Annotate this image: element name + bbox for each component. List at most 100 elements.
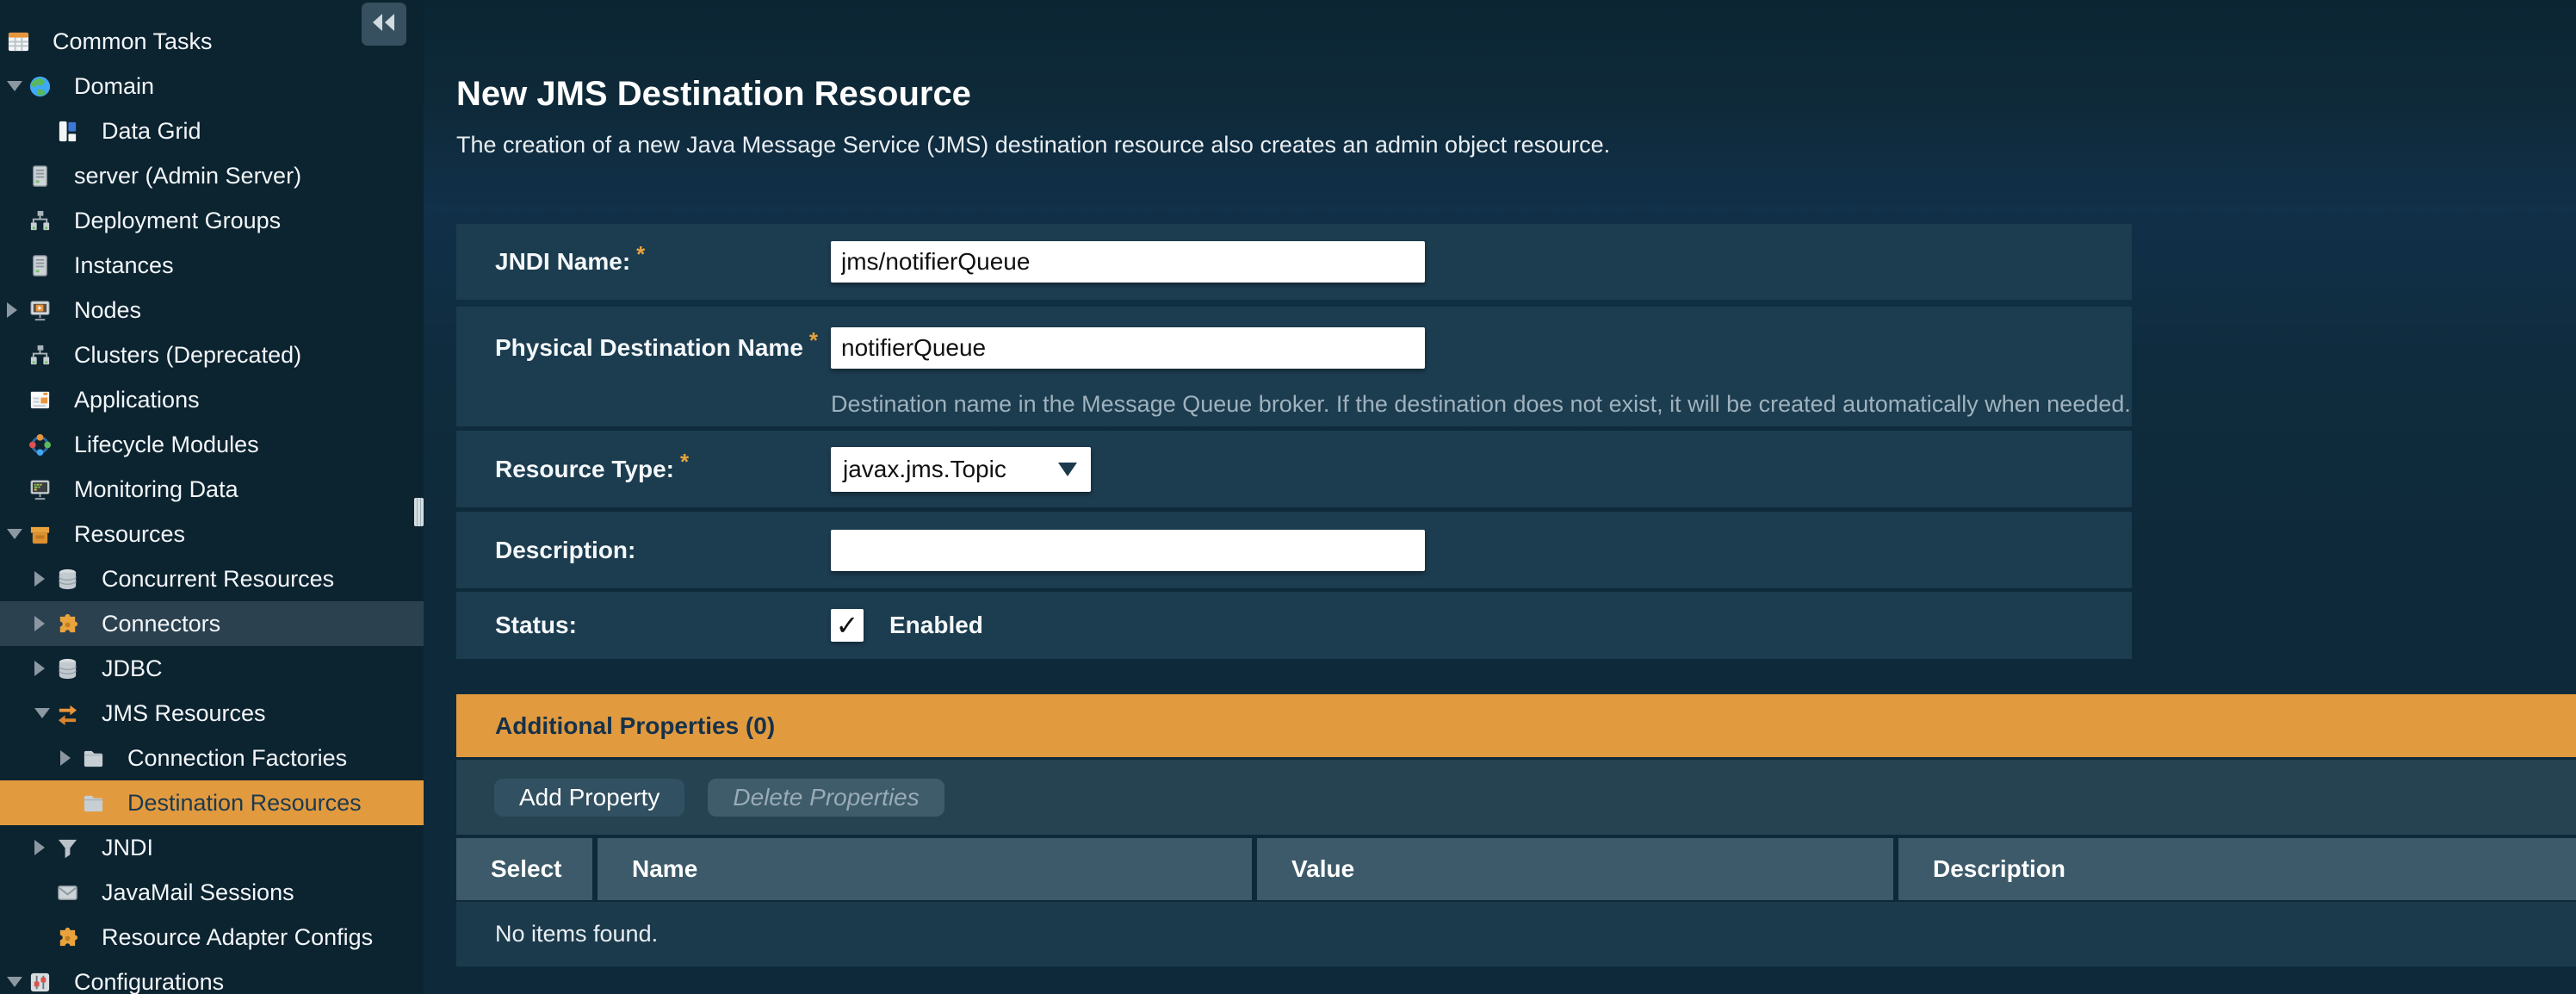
properties-table-header: Select Name Value Description bbox=[456, 838, 2576, 900]
box-icon bbox=[28, 523, 52, 546]
sidebar-item-jndi[interactable]: JNDI bbox=[0, 825, 424, 870]
node-group-icon bbox=[28, 344, 52, 367]
sidebar-item-label: Connection Factories bbox=[127, 745, 347, 772]
sidebar-item-label: Deployment Groups bbox=[74, 208, 281, 234]
database-icon bbox=[56, 657, 79, 680]
table-icon bbox=[7, 30, 30, 53]
page-intro: The creation of a new Java Message Servi… bbox=[456, 132, 1610, 158]
data-grid-icon bbox=[56, 120, 79, 143]
main-content: New JMS Destination Resource The creatio… bbox=[424, 0, 2576, 994]
sidebar-collapse-button[interactable] bbox=[362, 3, 406, 46]
sidebar-item-resources[interactable]: Resources bbox=[0, 512, 424, 556]
jndi-name-input[interactable] bbox=[831, 241, 1425, 283]
column-header-name: Name bbox=[598, 838, 1252, 900]
sidebar-item-common-tasks[interactable]: Common Tasks bbox=[0, 19, 424, 64]
delete-properties-button[interactable]: Delete Properties bbox=[708, 779, 944, 817]
description-row: Description: bbox=[456, 512, 2132, 588]
sidebar-item-label: Resources bbox=[74, 521, 185, 548]
physical-destination-name-help: Destination name in the Message Queue br… bbox=[831, 391, 2131, 418]
envelope-icon bbox=[56, 881, 79, 904]
sidebar-item-concurrent-resources[interactable]: Concurrent Resources bbox=[0, 556, 424, 601]
destination-resource-form: JNDI Name:* Physical Destination Name* D… bbox=[456, 224, 2132, 659]
sidebar-item-domain[interactable]: Domain bbox=[0, 64, 424, 109]
expand-toggle-icon[interactable] bbox=[7, 302, 28, 318]
collapse-toggle-icon[interactable] bbox=[7, 81, 28, 91]
sidebar-item-data-grid[interactable]: Data Grid bbox=[0, 109, 424, 153]
sidebar-item-label: Configurations bbox=[74, 969, 224, 994]
expand-toggle-icon[interactable] bbox=[34, 840, 56, 855]
sidebar-item-configurations[interactable]: Configurations bbox=[0, 960, 424, 994]
sidebar-item-connectors[interactable]: Connectors bbox=[0, 601, 424, 646]
description-input[interactable] bbox=[831, 530, 1425, 571]
sidebar-item-label: Monitoring Data bbox=[74, 476, 238, 503]
description-label: Description: bbox=[495, 537, 635, 563]
jndi-name-label: JNDI Name: bbox=[495, 248, 630, 275]
sidebar-item-lifecycle-modules[interactable]: Lifecycle Modules bbox=[0, 422, 424, 467]
sidebar-item-jms-resources[interactable]: JMS Resources bbox=[0, 691, 424, 736]
sidebar-item-label: JavaMail Sessions bbox=[102, 879, 294, 906]
sidebar-item-applications[interactable]: Applications bbox=[0, 377, 424, 422]
physical-destination-name-row: Physical Destination Name* Destination n… bbox=[456, 307, 2132, 426]
sidebar-item-label: Common Tasks bbox=[53, 28, 213, 55]
checkmark-icon: ✓ bbox=[836, 609, 859, 642]
collapse-toggle-icon[interactable] bbox=[7, 977, 28, 987]
add-property-button[interactable]: Add Property bbox=[494, 779, 684, 817]
sidebar-item-clusters-deprecated[interactable]: Clusters (Deprecated) bbox=[0, 332, 424, 377]
expand-toggle-icon[interactable] bbox=[60, 750, 82, 766]
column-header-select: Select bbox=[456, 838, 592, 900]
puzzle-icon bbox=[56, 612, 79, 636]
sidebar-scrollbar-thumb[interactable] bbox=[414, 498, 424, 526]
sidebar-item-label: Lifecycle Modules bbox=[74, 432, 259, 458]
expand-toggle-icon[interactable] bbox=[34, 571, 56, 587]
additional-properties-section: Additional Properties (0) Add Property D… bbox=[456, 694, 2576, 966]
sidebar-item-destination-resources[interactable]: Destination Resources bbox=[0, 780, 424, 825]
enabled-checkbox[interactable]: ✓ bbox=[831, 609, 864, 642]
resource-type-select[interactable]: javax.jms.Topic bbox=[831, 447, 1091, 492]
enabled-checkbox-label: Enabled bbox=[889, 612, 983, 639]
collapse-toggle-icon[interactable] bbox=[34, 708, 56, 718]
sidebar-item-instances[interactable]: Instances bbox=[0, 243, 424, 288]
sidebar-item-label: Data Grid bbox=[102, 118, 201, 145]
navigation-sidebar: Common Tasks Domain Data Grid server (Admin… bbox=[0, 0, 424, 994]
sidebar-item-label: Nodes bbox=[74, 297, 141, 324]
additional-properties-title: Additional Properties (0) bbox=[495, 712, 775, 740]
sidebar-tree: Common Tasks Domain Data Grid server (Admin… bbox=[0, 19, 424, 994]
jms-arrows-icon bbox=[56, 702, 79, 725]
puzzle-icon bbox=[56, 926, 79, 949]
physical-destination-name-input[interactable] bbox=[831, 327, 1425, 369]
jndi-name-row: JNDI Name:* bbox=[456, 224, 2132, 300]
sidebar-item-label: Destination Resources bbox=[127, 790, 362, 817]
sidebar-item-label: JDBC bbox=[102, 655, 163, 682]
resource-type-label: Resource Type: bbox=[495, 456, 674, 482]
sidebar-item-jdbc[interactable]: JDBC bbox=[0, 646, 424, 691]
additional-properties-toolbar: Add Property Delete Properties bbox=[456, 760, 2576, 835]
sidebar-item-label: Resource Adapter Configs bbox=[102, 924, 373, 951]
funnel-icon bbox=[56, 836, 79, 860]
sidebar-item-server-admin-server[interactable]: server (Admin Server) bbox=[0, 153, 424, 198]
sidebar-item-nodes[interactable]: Nodes bbox=[0, 288, 424, 332]
double-chevron-left-icon bbox=[371, 11, 397, 38]
resource-type-row: Resource Type:* javax.jms.Topic bbox=[456, 431, 2132, 507]
lifecycle-icon bbox=[28, 433, 52, 457]
expand-toggle-icon[interactable] bbox=[34, 661, 56, 676]
sidebar-item-connection-factories[interactable]: Connection Factories bbox=[0, 736, 424, 780]
chevron-down-icon bbox=[1058, 463, 1077, 476]
required-asterisk: * bbox=[809, 327, 818, 353]
sidebar-item-label: Instances bbox=[74, 252, 174, 279]
sidebar-item-label: Connectors bbox=[102, 611, 220, 637]
sliders-icon bbox=[28, 971, 52, 994]
collapse-toggle-icon[interactable] bbox=[7, 529, 28, 539]
sidebar-item-label: Clusters (Deprecated) bbox=[74, 342, 301, 369]
sidebar-item-label: Applications bbox=[74, 387, 200, 413]
expand-toggle-icon[interactable] bbox=[34, 616, 56, 631]
server-icon bbox=[28, 254, 52, 277]
sidebar-item-label: JMS Resources bbox=[102, 700, 266, 727]
monitor-data-icon bbox=[28, 478, 52, 501]
server-icon bbox=[28, 165, 52, 188]
sidebar-item-resource-adapter-configs[interactable]: Resource Adapter Configs bbox=[0, 915, 424, 960]
sidebar-item-javamail-sessions[interactable]: JavaMail Sessions bbox=[0, 870, 424, 915]
physical-destination-name-label: Physical Destination Name bbox=[495, 334, 803, 361]
page-title: New JMS Destination Resource bbox=[456, 75, 971, 114]
sidebar-item-deployment-groups[interactable]: Deployment Groups bbox=[0, 198, 424, 243]
sidebar-item-monitoring-data[interactable]: Monitoring Data bbox=[0, 467, 424, 512]
